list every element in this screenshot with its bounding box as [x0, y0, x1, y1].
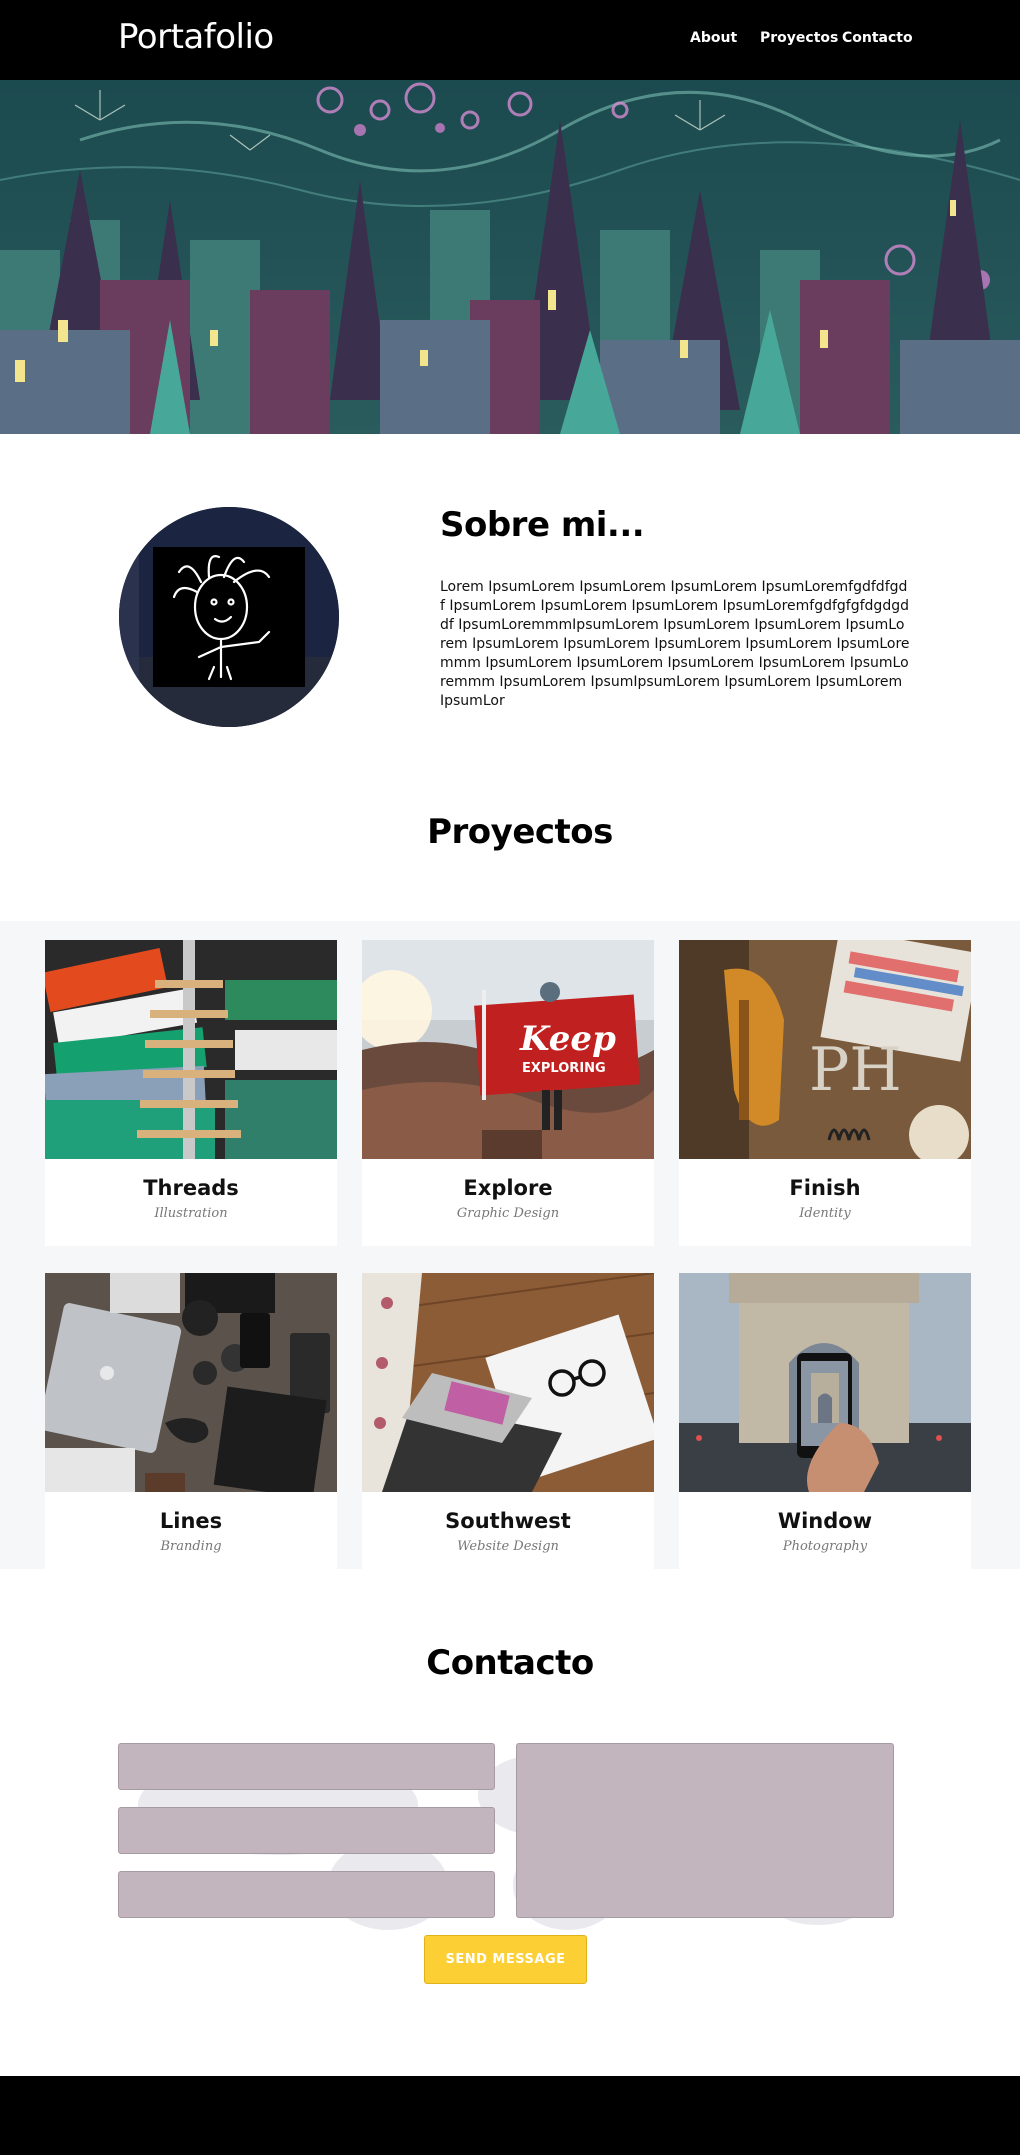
project-card-southwest[interactable]: Southwest Website Design [362, 1273, 654, 1579]
project-thumb: Keep EXPLORING [362, 940, 654, 1159]
laptop-notebook-photo [362, 1273, 654, 1492]
project-subtitle: Graphic Design [456, 1206, 560, 1221]
project-card-finish[interactable]: PH Finish Identity [679, 940, 971, 1246]
flag-text-exploring: EXPLORING [522, 1061, 606, 1076]
nav-link-contacto[interactable]: Contacto [842, 30, 913, 46]
letter-blocks: PH [809, 1035, 902, 1105]
projects-title: Proyectos [427, 812, 613, 852]
project-subtitle: Identity [799, 1206, 851, 1221]
desk-gadgets-photo [45, 1273, 337, 1492]
keep-exploring-flag-photo: Keep EXPLORING [362, 940, 654, 1159]
hero-banner [0, 80, 1020, 434]
contact-title: Contacto [426, 1643, 594, 1683]
project-title: Finish [789, 1176, 861, 1200]
project-thumb [679, 1273, 971, 1492]
workbench-photo: PH [679, 940, 971, 1159]
message-field[interactable] [516, 1743, 894, 1918]
project-title: Southwest [445, 1509, 571, 1533]
nav-links: About Proyectos Contacto [0, 30, 1020, 50]
project-card-explore[interactable]: Keep EXPLORING Explore Graphic Design [362, 940, 654, 1246]
project-thumb [45, 940, 337, 1159]
project-card-threads[interactable]: Threads Illustration [45, 940, 337, 1246]
profile-avatar [119, 507, 339, 727]
project-card-lines[interactable]: Lines Branding [45, 1273, 337, 1579]
nav-link-about[interactable]: About [690, 30, 737, 46]
project-thumb: PH [679, 940, 971, 1159]
phone-field[interactable] [118, 1871, 495, 1918]
email-field[interactable] [118, 1807, 495, 1854]
name-field[interactable] [118, 1743, 495, 1790]
navbar: Portafolio About Proyectos Contacto [0, 0, 1020, 80]
flag-text-keep: Keep [519, 1019, 616, 1059]
hero-city-illustration [0, 80, 1020, 434]
about-paragraph: Lorem IpsumLorem IpsumLorem IpsumLorem I… [440, 579, 910, 709]
project-title: Threads [143, 1176, 239, 1200]
project-subtitle: Photography [782, 1539, 868, 1554]
arc-de-triomphe-phone-photo [679, 1273, 971, 1492]
project-title: Lines [159, 1509, 223, 1533]
about-title: Sobre mi... [440, 505, 645, 545]
project-title: Window [777, 1509, 873, 1533]
footer [0, 2076, 1020, 2155]
clothes-rack-photo [45, 940, 337, 1159]
nav-link-proyectos[interactable]: Proyectos [760, 30, 838, 46]
project-thumb [45, 1273, 337, 1492]
project-subtitle: Illustration [154, 1206, 228, 1221]
project-title: Explore [463, 1176, 553, 1200]
project-subtitle: Branding [160, 1539, 222, 1554]
send-message-button[interactable]: SEND MESSAGE [424, 1935, 587, 1984]
stick-figure-avatar-image [119, 507, 339, 727]
project-subtitle: Website Design [457, 1539, 559, 1554]
project-thumb [362, 1273, 654, 1492]
project-card-window[interactable]: Window Photography [679, 1273, 971, 1579]
